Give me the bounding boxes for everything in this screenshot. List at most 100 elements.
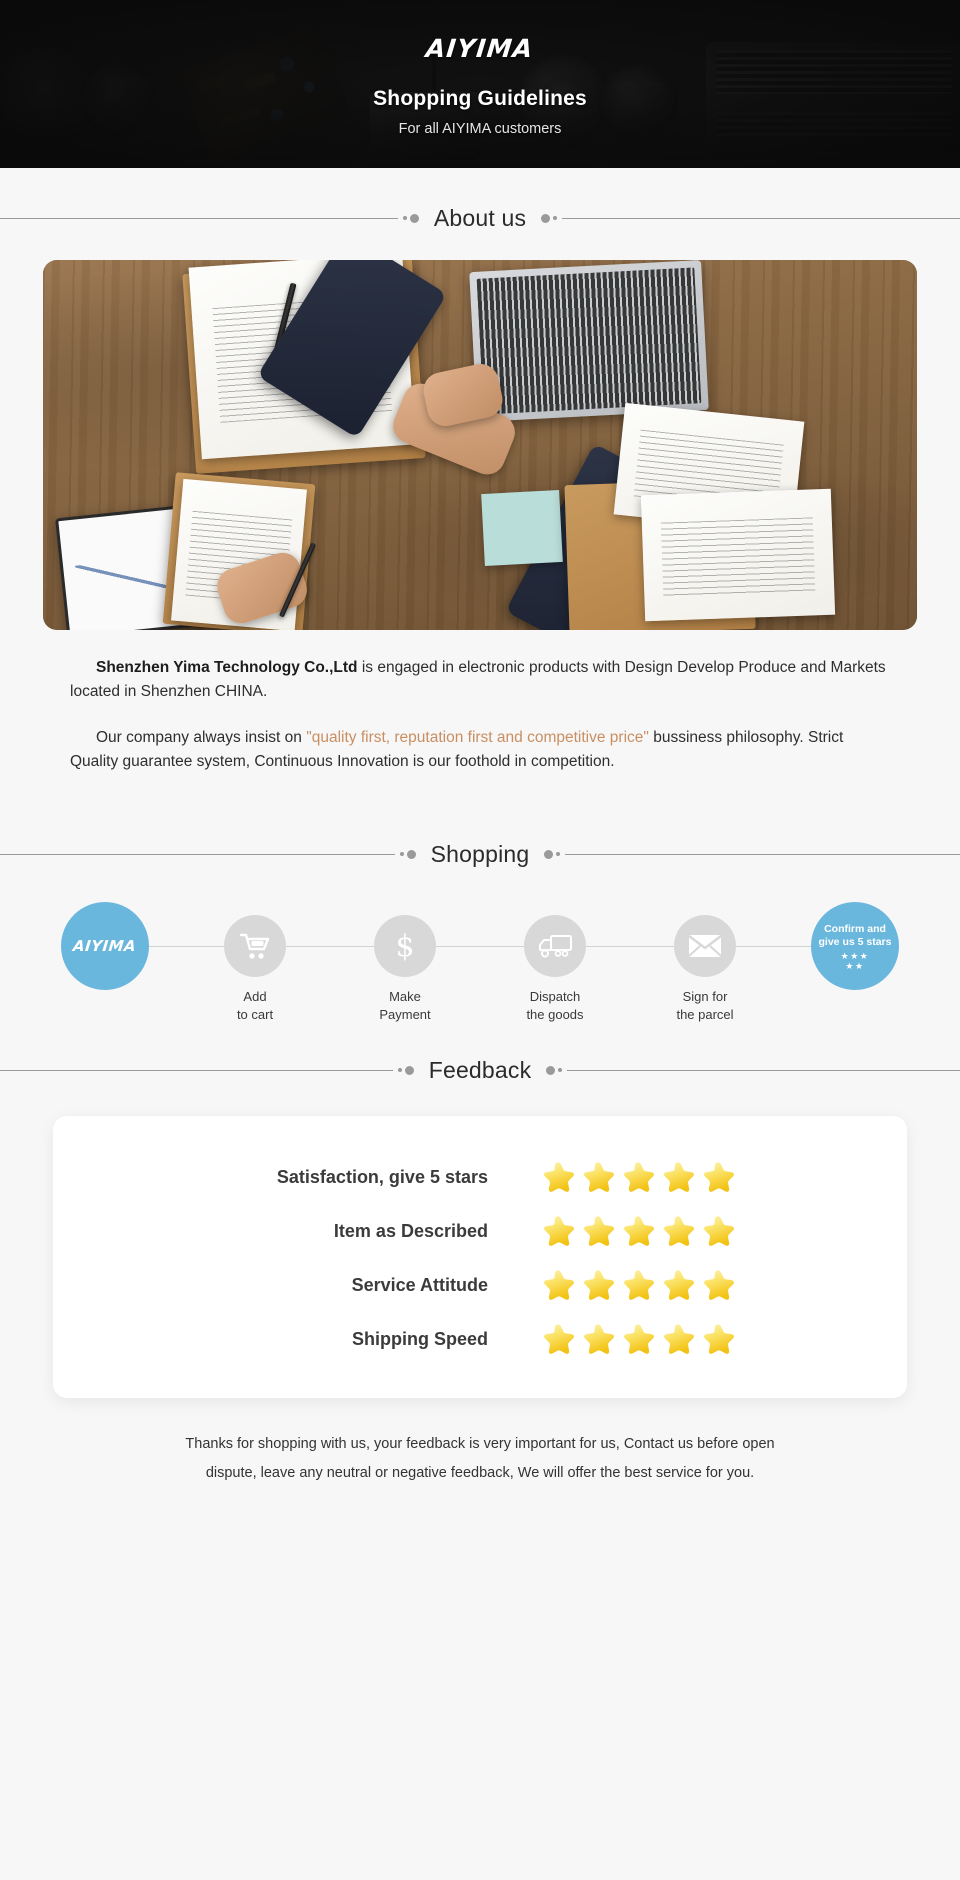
star-icon (664, 1324, 694, 1354)
feedback-label-satisfaction: Satisfaction, give 5 stars (276, 1166, 488, 1187)
about-text-block: Shenzhen Yima Technology Co.,Ltd is enga… (70, 630, 890, 774)
star-icon (704, 1216, 734, 1246)
about-paragraph-2-pre: Our company always insist on (96, 729, 307, 747)
feedback-section: Feedback Satisfaction, give 5 stars Item… (0, 1050, 960, 1488)
flow-label-line1: Add (243, 989, 267, 1005)
about-paragraph-1: Shenzhen Yima Technology Co.,Ltd is enga… (70, 656, 890, 704)
about-paragraph-2: Our company always insist on "quality fi… (70, 726, 890, 774)
large-dot-icon (546, 1065, 556, 1075)
feedback-stars-shipping-speed[interactable] (540, 1321, 770, 1357)
feedback-stars-satisfaction[interactable] (540, 1159, 770, 1195)
star-icon (624, 1216, 654, 1246)
delivery-truck-icon (539, 935, 572, 958)
large-dot-icon (544, 849, 554, 859)
flow-step-brand: AIYIMA (40, 902, 170, 991)
star-icon (584, 1216, 614, 1246)
feedback-row: Shipping Speed (53, 1312, 907, 1366)
spreadsheet-right-2 (640, 488, 836, 622)
star-icon (624, 1324, 654, 1354)
laptop-keyboard (476, 267, 702, 415)
aiyima-brand-logo: AIYIMA (424, 34, 536, 63)
company-name: Shenzhen Yima Technology Co.,Ltd (96, 659, 358, 676)
feedback-stars-service-attitude[interactable] (540, 1267, 770, 1303)
shopping-section-header: Shopping (0, 834, 960, 874)
large-dot-icon (404, 1065, 414, 1075)
about-title: About us (433, 204, 527, 231)
star-icon (544, 1324, 574, 1354)
feedback-label-shipping-speed: Shipping Speed (351, 1328, 488, 1349)
hero-title: Shopping Guidelines (373, 87, 587, 110)
header-rule-left (0, 853, 395, 855)
star-icon (544, 1162, 574, 1192)
confirm-line2: give us 5 stars (818, 936, 892, 949)
sticky-note (481, 490, 563, 566)
shopping-flow: AIYIMA Add to cart $ Make Payment Dispat… (40, 902, 920, 1022)
star-icon (704, 1270, 734, 1300)
header-rule-right (567, 1069, 960, 1071)
feedback-card: Satisfaction, give 5 stars Item as Descr… (53, 1116, 907, 1399)
hero-banner: AIYIMA Shopping Guidelines For all AIYIM… (0, 0, 960, 168)
feedback-section-header: Feedback (0, 1050, 960, 1090)
small-dot-icon (397, 1068, 402, 1073)
flow-label-sign-parcel: Sign for the parcel (676, 988, 733, 1024)
feedback-title: Feedback (428, 1056, 532, 1083)
star-icon (704, 1162, 734, 1192)
header-rule-left (0, 217, 398, 219)
flow-step-confirm: Confirm and give us 5 stars ★★★ ★★ (790, 902, 920, 991)
flow-label-make-payment: Make Payment (379, 988, 430, 1024)
flow-label-line1: Sign for (682, 989, 728, 1005)
five-stars-icon: ★★★ ★★ (841, 951, 870, 971)
about-spacer (0, 788, 960, 834)
flow-label-line1: Make (389, 989, 421, 1005)
star-icon (624, 1270, 654, 1300)
cart-circle (224, 915, 286, 978)
quality-quote: "quality first, reputation first and com… (306, 729, 649, 747)
small-dot-icon (399, 852, 404, 857)
header-ornament-left (395, 849, 418, 859)
header-ornament-left (393, 1065, 416, 1075)
flow-spacer (0, 1022, 960, 1050)
about-handshake-photo (43, 260, 917, 630)
star-icon (584, 1162, 614, 1192)
star-icon (584, 1270, 614, 1300)
paper-text-lines (660, 517, 816, 598)
flow-label-line2: Payment (379, 1007, 431, 1022)
footer-line-1: Thanks for shopping with us, your feedba… (185, 1436, 775, 1453)
flow-label-add-to-cart: Add to cart (237, 988, 273, 1024)
confirm-text: Confirm and give us 5 stars (819, 921, 892, 949)
laptop-photo (469, 260, 709, 422)
small-dot-icon (556, 852, 561, 857)
flow-label-line2: to cart (236, 1007, 274, 1022)
star-icon (584, 1324, 614, 1354)
feedback-label-service-attitude: Service Attitude (351, 1274, 488, 1295)
flow-step-sign-parcel: Sign for the parcel (640, 902, 770, 1024)
large-dot-icon (406, 849, 416, 859)
dollar-sign-icon: $ (395, 929, 414, 963)
sign-circle (674, 915, 736, 978)
shopping-section: Shopping AIYIMA Add to cart $ Make Payme… (0, 834, 960, 1050)
confirm-line1: Confirm and (824, 923, 886, 935)
header-rule-right (565, 853, 960, 855)
hero-subtitle: For all AIYIMA customers (398, 121, 562, 137)
star-icon (624, 1162, 654, 1192)
feedback-label-item-as-described: Item as Described (333, 1220, 488, 1241)
flow-label-line1: Dispatch (529, 989, 581, 1005)
payment-circle: $ (374, 915, 436, 978)
star-icon (544, 1270, 574, 1300)
feedback-stars-item-as-described[interactable] (540, 1213, 770, 1249)
header-ornament-right (542, 849, 565, 859)
envelope-icon (688, 935, 722, 958)
feedback-row: Satisfaction, give 5 stars (53, 1150, 907, 1204)
flow-step-add-to-cart: Add to cart (190, 902, 320, 1024)
small-dot-icon (558, 1068, 563, 1073)
shopping-cart-icon (239, 933, 270, 959)
about-section-header: About us (0, 198, 960, 238)
svg-text:$: $ (395, 929, 414, 963)
hero-text-block: AIYIMA Shopping Guidelines For all AIYIM… (0, 0, 960, 168)
header-rule-left (0, 1069, 393, 1071)
feedback-row: Item as Described (53, 1204, 907, 1258)
header-rule-right (562, 217, 960, 219)
flow-label-line2: the goods (526, 1007, 584, 1022)
star-icon (664, 1216, 694, 1246)
small-dot-icon (402, 216, 407, 220)
